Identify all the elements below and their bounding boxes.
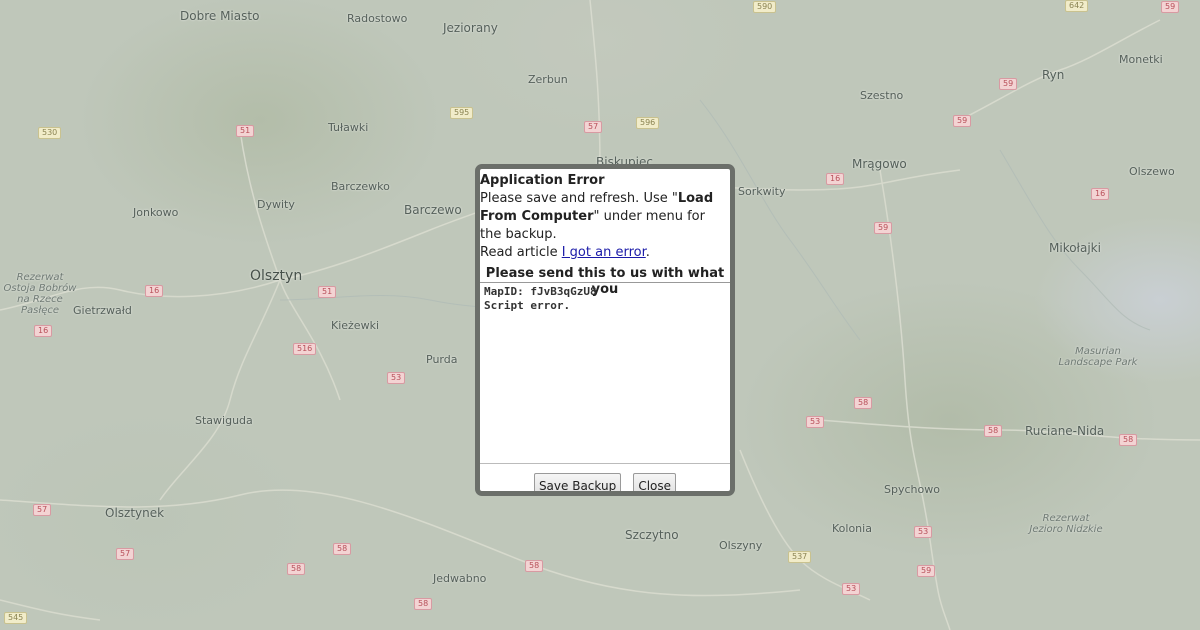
map-place-label: Szestno	[860, 89, 904, 102]
map-place-label: Sorkwity	[738, 185, 786, 198]
road-number-shield: 58	[854, 397, 873, 409]
map-place-label: Mikołajki	[1049, 241, 1101, 255]
road-number-shield: 53	[842, 583, 861, 595]
road-number-shield: 58	[414, 598, 433, 610]
dialog-body: Application Error Please save and refres…	[480, 169, 730, 491]
road-number-shield: 51	[236, 125, 255, 137]
map-place-label: Kieżewki	[331, 319, 380, 332]
road-number-shield: 596	[636, 117, 660, 129]
save-backup-button[interactable]: Save Backup	[533, 473, 622, 491]
map-place-label: Barczewko	[331, 180, 390, 193]
road-number-shield: 642	[1065, 0, 1089, 12]
map-place-label: Masurian Landscape Park	[1058, 346, 1138, 368]
road-number-shield: 58	[287, 563, 306, 575]
error-log-textarea[interactable]	[480, 282, 730, 464]
map-place-label: Radostowo	[347, 12, 408, 25]
map-place-label: Olsztynek	[105, 506, 165, 520]
road-number-shield: 59	[999, 78, 1018, 90]
road-number-shield: 537	[788, 551, 812, 563]
map-place-label: Spychowo	[884, 483, 940, 496]
map-place-label: Tuławki	[328, 121, 369, 134]
road-number-shield: 595	[450, 107, 474, 119]
send-heading: Please send this to us with what you	[485, 266, 725, 297]
dialog-message: Please save and refresh. Use "Load From …	[480, 190, 730, 244]
map-place-label: Olsztyn	[250, 268, 303, 284]
road-number-shield: 16	[1091, 188, 1110, 200]
map-place-label: Jonkowo	[133, 206, 179, 219]
read-article-text: Read article	[480, 245, 562, 260]
i-got-an-error-link[interactable]: I got an error	[562, 245, 646, 260]
map-place-label: Rezerwat Jezioro Nidzkie	[1029, 513, 1103, 535]
road-number-shield: 16	[826, 173, 845, 185]
dialog-title: Application Error	[480, 173, 605, 188]
road-number-shield: 57	[584, 121, 603, 133]
map-place-label: Dobre Miasto	[180, 9, 260, 23]
road-number-shield: 58	[525, 560, 544, 572]
road-number-shield: 58	[1119, 434, 1138, 446]
map-place-label: Zerbun	[528, 73, 568, 86]
road-number-shield: 545	[4, 612, 28, 624]
road-number-shield: 516	[293, 343, 317, 355]
map-place-label: Ryn	[1042, 68, 1065, 82]
map-place-label: Mrągowo	[852, 157, 907, 171]
map-place-label: Stawiguda	[195, 414, 253, 427]
map-place-label: Olszyny	[719, 539, 763, 552]
road-number-shield: 59	[953, 115, 972, 127]
road-number-shield: 53	[387, 372, 406, 384]
map-place-label: Rezerwat Ostoja Bobrów na Rzece Pasłęce	[3, 272, 77, 316]
road-number-shield: 58	[333, 543, 352, 555]
map-place-label: Jeziorany	[443, 21, 498, 35]
map-place-label: Purda	[426, 353, 458, 366]
dialog-buttons: Save Backup Close	[480, 464, 730, 491]
road-number-shield: 59	[874, 222, 893, 234]
read-article-line: Read article I got an error.	[480, 244, 730, 262]
road-number-shield: 16	[145, 285, 164, 297]
close-button[interactable]: Close	[633, 473, 677, 491]
road-number-shield: 590	[753, 1, 777, 13]
road-number-shield: 59	[917, 565, 936, 577]
map-place-label: Gietrzwałd	[73, 304, 132, 317]
map-place-label: Monetki	[1119, 53, 1163, 66]
message-text-before: Please save and refresh. Use "	[480, 191, 678, 206]
map-place-label: Olszewo	[1129, 165, 1175, 178]
map-place-label: Ruciane-Nida	[1025, 424, 1105, 438]
road-number-shield: 53	[806, 416, 825, 428]
map-place-label: Dywity	[257, 198, 295, 211]
road-number-shield: 51	[318, 286, 337, 298]
application-error-dialog: Application Error Please save and refres…	[475, 164, 735, 496]
map-place-label: Szczytno	[625, 528, 679, 542]
road-number-shield: 59	[1161, 1, 1180, 13]
map-place-label: Kolonia	[832, 522, 872, 535]
road-number-shield: 530	[38, 127, 62, 139]
road-number-shield: 57	[33, 504, 52, 516]
road-number-shield: 57	[116, 548, 135, 560]
map-place-label: Jedwabno	[433, 572, 487, 585]
map-place-label: Barczewo	[404, 203, 462, 217]
road-number-shield: 16	[34, 325, 53, 337]
road-number-shield: 58	[984, 425, 1003, 437]
read-article-period: .	[645, 245, 650, 260]
road-number-shield: 53	[914, 526, 933, 538]
